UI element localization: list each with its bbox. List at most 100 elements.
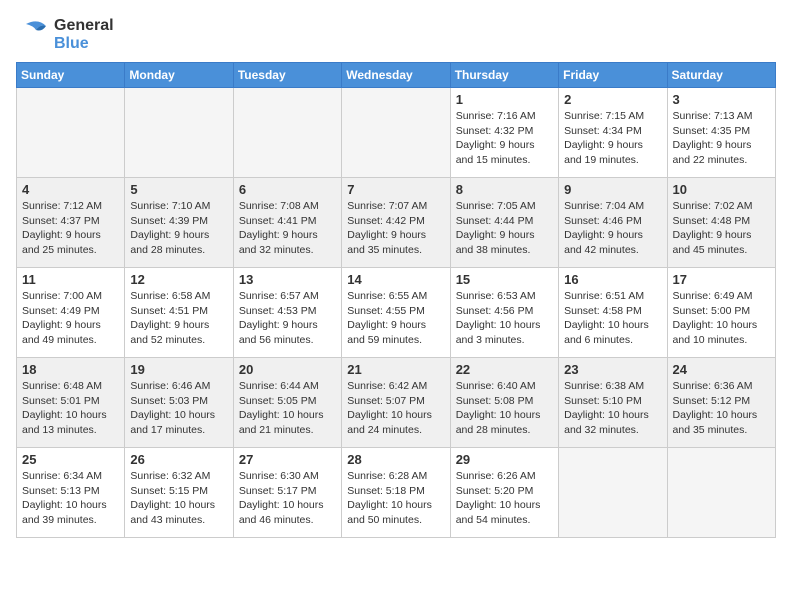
calendar-cell <box>667 448 775 538</box>
calendar-cell: 26 Sunrise: 6:32 AM Sunset: 5:15 PM Dayli… <box>125 448 233 538</box>
calendar-cell: 11 Sunrise: 7:00 AM Sunset: 4:49 PM Dayli… <box>17 268 125 358</box>
day-detail: Sunrise: 6:42 AM Sunset: 5:07 PM Dayligh… <box>347 379 444 438</box>
logo-container: General Blue <box>16 16 114 54</box>
day-number: 17 <box>673 272 770 287</box>
day-detail: Sunrise: 6:51 AM Sunset: 4:58 PM Dayligh… <box>564 289 661 348</box>
calendar-cell <box>559 448 667 538</box>
day-number: 10 <box>673 182 770 197</box>
day-detail: Sunrise: 6:32 AM Sunset: 5:15 PM Dayligh… <box>130 469 227 528</box>
header-saturday: Saturday <box>667 63 775 88</box>
day-number: 27 <box>239 452 336 467</box>
calendar-cell: 12Sunrise: 6:58 AM Sunset: 4:51 PM Dayli… <box>125 268 233 358</box>
calendar-cell: 20 Sunrise: 6:44 AM Sunset: 5:05 PM Dayli… <box>233 358 341 448</box>
calendar-cell: 5Sunrise: 7:10 AM Sunset: 4:39 PM Daylig… <box>125 178 233 268</box>
header-sunday: Sunday <box>17 63 125 88</box>
calendar-cell: 7 Sunrise: 7:07 AM Sunset: 4:42 PM Daylig… <box>342 178 450 268</box>
calendar-cell <box>233 88 341 178</box>
calendar-header: SundayMondayTuesdayWednesdayThursdayFrid… <box>17 63 776 88</box>
calendar-cell: 21 Sunrise: 6:42 AM Sunset: 5:07 PM Dayli… <box>342 358 450 448</box>
calendar-cell: 6 Sunrise: 7:08 AM Sunset: 4:41 PM Daylig… <box>233 178 341 268</box>
day-number: 13 <box>239 272 336 287</box>
day-number: 14 <box>347 272 444 287</box>
week-row-1: 1Sunrise: 7:16 AM Sunset: 4:32 PM Daylig… <box>17 88 776 178</box>
day-detail: Sunrise: 6:49 AM Sunset: 5:00 PM Dayligh… <box>673 289 770 348</box>
day-detail: Sunrise: 6:57 AM Sunset: 4:53 PM Dayligh… <box>239 289 336 348</box>
calendar-cell: 15 Sunrise: 6:53 AM Sunset: 4:56 PM Dayli… <box>450 268 558 358</box>
day-number: 1 <box>456 92 553 107</box>
day-number: 19 <box>130 362 227 377</box>
day-detail: Sunrise: 7:13 AM Sunset: 4:35 PM Dayligh… <box>673 109 770 168</box>
header-monday: Monday <box>125 63 233 88</box>
day-detail: Sunrise: 6:28 AM Sunset: 5:18 PM Dayligh… <box>347 469 444 528</box>
day-detail: Sunrise: 6:36 AM Sunset: 5:12 PM Dayligh… <box>673 379 770 438</box>
day-detail: Sunrise: 6:26 AM Sunset: 5:20 PM Dayligh… <box>456 469 553 528</box>
calendar-cell: 22 Sunrise: 6:40 AM Sunset: 5:08 PM Dayli… <box>450 358 558 448</box>
day-detail: Sunrise: 6:34 AM Sunset: 5:13 PM Dayligh… <box>22 469 119 528</box>
logo: General Blue <box>16 16 114 54</box>
day-detail: Sunrise: 6:48 AM Sunset: 5:01 PM Dayligh… <box>22 379 119 438</box>
day-number: 5 <box>130 182 227 197</box>
calendar-cell: 25Sunrise: 6:34 AM Sunset: 5:13 PM Dayli… <box>17 448 125 538</box>
calendar-cell: 29 Sunrise: 6:26 AM Sunset: 5:20 PM Dayli… <box>450 448 558 538</box>
day-detail: Sunrise: 6:58 AM Sunset: 4:51 PM Dayligh… <box>130 289 227 348</box>
day-number: 21 <box>347 362 444 377</box>
day-number: 7 <box>347 182 444 197</box>
calendar-cell: 18Sunrise: 6:48 AM Sunset: 5:01 PM Dayli… <box>17 358 125 448</box>
day-number: 4 <box>22 182 119 197</box>
calendar-cell: 10 Sunrise: 7:02 AM Sunset: 4:48 PM Dayli… <box>667 178 775 268</box>
day-number: 15 <box>456 272 553 287</box>
page-header: General Blue <box>16 16 776 54</box>
logo-bird-icon <box>16 16 54 54</box>
calendar-cell: 17 Sunrise: 6:49 AM Sunset: 5:00 PM Dayli… <box>667 268 775 358</box>
logo-general: General <box>54 17 114 35</box>
day-detail: Sunrise: 7:08 AM Sunset: 4:41 PM Dayligh… <box>239 199 336 258</box>
calendar-cell <box>342 88 450 178</box>
calendar-cell: 1Sunrise: 7:16 AM Sunset: 4:32 PM Daylig… <box>450 88 558 178</box>
day-number: 22 <box>456 362 553 377</box>
day-detail: Sunrise: 6:44 AM Sunset: 5:05 PM Dayligh… <box>239 379 336 438</box>
day-detail: Sunrise: 7:05 AM Sunset: 4:44 PM Dayligh… <box>456 199 553 258</box>
day-number: 20 <box>239 362 336 377</box>
days-of-week-row: SundayMondayTuesdayWednesdayThursdayFrid… <box>17 63 776 88</box>
calendar-cell: 23Sunrise: 6:38 AM Sunset: 5:10 PM Dayli… <box>559 358 667 448</box>
day-number: 23 <box>564 362 661 377</box>
calendar-cell: 16Sunrise: 6:51 AM Sunset: 4:58 PM Dayli… <box>559 268 667 358</box>
day-number: 6 <box>239 182 336 197</box>
day-number: 2 <box>564 92 661 107</box>
week-row-3: 11 Sunrise: 7:00 AM Sunset: 4:49 PM Dayli… <box>17 268 776 358</box>
day-number: 28 <box>347 452 444 467</box>
calendar-table: SundayMondayTuesdayWednesdayThursdayFrid… <box>16 62 776 538</box>
day-detail: Sunrise: 7:15 AM Sunset: 4:34 PM Dayligh… <box>564 109 661 168</box>
day-detail: Sunrise: 7:02 AM Sunset: 4:48 PM Dayligh… <box>673 199 770 258</box>
header-tuesday: Tuesday <box>233 63 341 88</box>
calendar-cell: 9Sunrise: 7:04 AM Sunset: 4:46 PM Daylig… <box>559 178 667 268</box>
day-detail: Sunrise: 7:04 AM Sunset: 4:46 PM Dayligh… <box>564 199 661 258</box>
day-detail: Sunrise: 6:30 AM Sunset: 5:17 PM Dayligh… <box>239 469 336 528</box>
calendar-cell: 2 Sunrise: 7:15 AM Sunset: 4:34 PM Daylig… <box>559 88 667 178</box>
logo-blue: Blue <box>54 35 114 53</box>
logo-text: General Blue <box>54 17 114 52</box>
header-thursday: Thursday <box>450 63 558 88</box>
calendar-cell: 8Sunrise: 7:05 AM Sunset: 4:44 PM Daylig… <box>450 178 558 268</box>
calendar-body: 1Sunrise: 7:16 AM Sunset: 4:32 PM Daylig… <box>17 88 776 538</box>
day-detail: Sunrise: 7:07 AM Sunset: 4:42 PM Dayligh… <box>347 199 444 258</box>
calendar-cell: 27 Sunrise: 6:30 AM Sunset: 5:17 PM Dayli… <box>233 448 341 538</box>
calendar-cell <box>17 88 125 178</box>
calendar-cell: 24Sunrise: 6:36 AM Sunset: 5:12 PM Dayli… <box>667 358 775 448</box>
day-number: 11 <box>22 272 119 287</box>
calendar-cell <box>125 88 233 178</box>
week-row-2: 4 Sunrise: 7:12 AM Sunset: 4:37 PM Daylig… <box>17 178 776 268</box>
day-detail: Sunrise: 7:12 AM Sunset: 4:37 PM Dayligh… <box>22 199 119 258</box>
calendar-cell: 28 Sunrise: 6:28 AM Sunset: 5:18 PM Dayli… <box>342 448 450 538</box>
day-detail: Sunrise: 7:00 AM Sunset: 4:49 PM Dayligh… <box>22 289 119 348</box>
day-detail: Sunrise: 6:53 AM Sunset: 4:56 PM Dayligh… <box>456 289 553 348</box>
calendar-cell: 3 Sunrise: 7:13 AM Sunset: 4:35 PM Daylig… <box>667 88 775 178</box>
day-number: 29 <box>456 452 553 467</box>
day-number: 3 <box>673 92 770 107</box>
day-detail: Sunrise: 6:40 AM Sunset: 5:08 PM Dayligh… <box>456 379 553 438</box>
header-wednesday: Wednesday <box>342 63 450 88</box>
calendar-cell: 13 Sunrise: 6:57 AM Sunset: 4:53 PM Dayli… <box>233 268 341 358</box>
day-number: 26 <box>130 452 227 467</box>
week-row-5: 25Sunrise: 6:34 AM Sunset: 5:13 PM Dayli… <box>17 448 776 538</box>
week-row-4: 18Sunrise: 6:48 AM Sunset: 5:01 PM Dayli… <box>17 358 776 448</box>
